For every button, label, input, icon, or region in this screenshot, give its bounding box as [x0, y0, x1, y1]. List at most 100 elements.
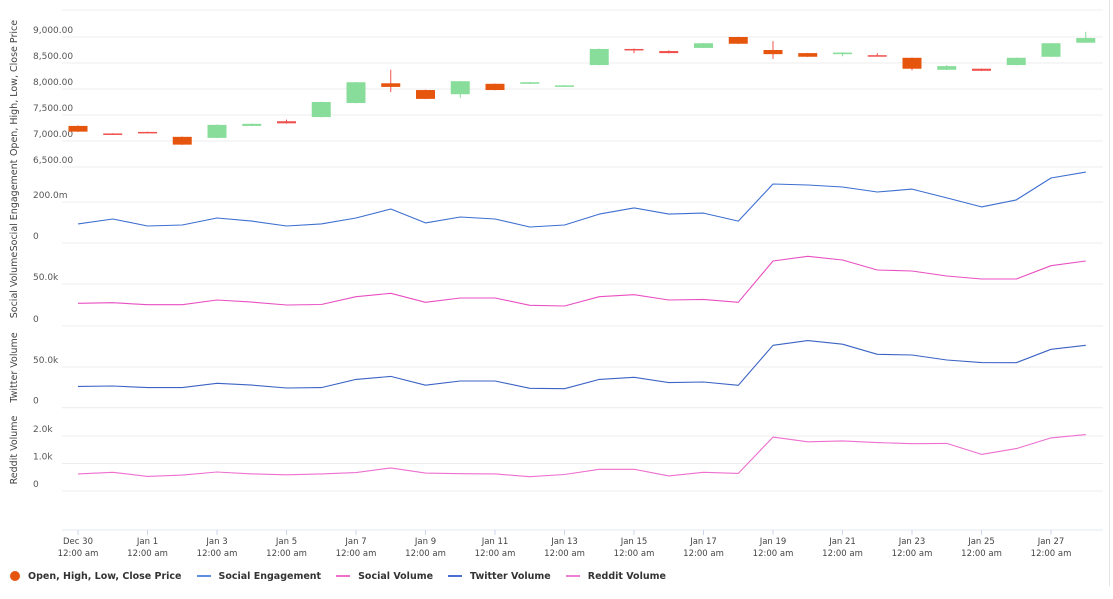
data-point[interactable] — [667, 298, 671, 302]
data-point[interactable] — [980, 361, 984, 365]
data-point[interactable] — [632, 206, 636, 210]
data-point[interactable] — [424, 471, 428, 475]
data-point[interactable] — [528, 303, 532, 307]
data-point[interactable] — [632, 293, 636, 297]
data-point[interactable] — [1049, 264, 1053, 268]
data-point[interactable] — [250, 383, 254, 387]
data-point[interactable] — [389, 291, 393, 295]
data-point[interactable] — [841, 185, 845, 189]
data-point[interactable] — [111, 384, 115, 388]
candle-body[interactable] — [833, 52, 852, 55]
data-point[interactable] — [146, 386, 150, 390]
candle-body[interactable] — [555, 85, 574, 87]
data-point[interactable] — [736, 383, 740, 387]
candle-body[interactable] — [1041, 43, 1061, 57]
data-point[interactable] — [354, 471, 358, 475]
data-point[interactable] — [250, 300, 254, 304]
data-point[interactable] — [702, 380, 706, 384]
candle-body[interactable] — [277, 121, 296, 124]
data-point[interactable] — [597, 212, 601, 216]
data-point[interactable] — [319, 386, 323, 390]
data-point[interactable] — [458, 379, 462, 383]
data-point[interactable] — [285, 473, 289, 477]
data-point[interactable] — [250, 219, 254, 223]
data-point[interactable] — [146, 303, 150, 307]
candle-body[interactable] — [1006, 57, 1026, 66]
data-point[interactable] — [910, 353, 914, 357]
data-point[interactable] — [528, 225, 532, 229]
data-point[interactable] — [910, 269, 914, 273]
data-point[interactable] — [319, 472, 323, 476]
data-point[interactable] — [945, 358, 949, 362]
data-point[interactable] — [180, 223, 184, 227]
data-point[interactable] — [1049, 176, 1053, 180]
candle-body[interactable] — [138, 131, 157, 134]
data-point[interactable] — [667, 474, 671, 478]
candle-body[interactable] — [659, 51, 679, 54]
data-point[interactable] — [111, 217, 115, 221]
data-point[interactable] — [285, 386, 289, 390]
data-point[interactable] — [146, 474, 150, 478]
data-point[interactable] — [771, 435, 775, 439]
data-point[interactable] — [771, 259, 775, 263]
candle-body[interactable] — [450, 81, 470, 95]
data-point[interactable] — [111, 301, 115, 305]
data-point[interactable] — [563, 304, 567, 308]
data-point[interactable] — [319, 302, 323, 306]
data-point[interactable] — [389, 207, 393, 211]
data-point[interactable] — [180, 303, 184, 307]
candle-body[interactable] — [589, 48, 609, 66]
data-point[interactable] — [597, 377, 601, 381]
data-point[interactable] — [945, 441, 949, 445]
data-point[interactable] — [215, 298, 219, 302]
data-point[interactable] — [945, 274, 949, 278]
legend-item-social-engagement[interactable]: Social Engagement — [196, 571, 321, 582]
data-point[interactable] — [528, 475, 532, 479]
data-point[interactable] — [424, 383, 428, 387]
candle-body[interactable] — [207, 124, 227, 138]
data-point[interactable] — [76, 384, 80, 388]
candle-body[interactable] — [68, 125, 88, 132]
legend-item-reddit-volume[interactable]: Reddit Volume — [565, 571, 666, 582]
candle-body[interactable] — [867, 55, 887, 57]
data-point[interactable] — [458, 215, 462, 219]
data-point[interactable] — [1014, 198, 1018, 202]
data-point[interactable] — [980, 277, 984, 281]
series-line-social-volume[interactable] — [77, 255, 1086, 307]
candle-body[interactable] — [485, 83, 505, 91]
candle-body[interactable] — [728, 37, 748, 44]
data-point[interactable] — [111, 470, 115, 474]
data-point[interactable] — [180, 386, 184, 390]
data-point[interactable] — [354, 295, 358, 299]
candle-body[interactable] — [416, 90, 435, 99]
data-point[interactable] — [667, 381, 671, 385]
data-point[interactable] — [806, 183, 810, 187]
data-point[interactable] — [875, 441, 879, 445]
candle-body[interactable] — [972, 68, 991, 71]
candle-body[interactable] — [346, 82, 366, 104]
data-point[interactable] — [736, 300, 740, 304]
data-point[interactable] — [702, 297, 706, 301]
candle-body[interactable] — [311, 102, 331, 118]
data-point[interactable] — [875, 268, 879, 272]
data-point[interactable] — [319, 222, 323, 226]
data-point[interactable] — [1084, 170, 1088, 174]
data-point[interactable] — [215, 216, 219, 220]
data-point[interactable] — [632, 375, 636, 379]
candle-body[interactable] — [902, 57, 922, 69]
data-point[interactable] — [806, 254, 810, 258]
series-line-social-engagement[interactable] — [77, 171, 1086, 228]
data-point[interactable] — [841, 258, 845, 262]
data-point[interactable] — [771, 182, 775, 186]
data-point[interactable] — [215, 381, 219, 385]
data-point[interactable] — [1014, 447, 1018, 451]
data-point[interactable] — [493, 217, 497, 221]
data-point[interactable] — [875, 190, 879, 194]
legend-item-twitter-volume[interactable]: Twitter Volume — [448, 571, 551, 582]
data-point[interactable] — [1084, 259, 1088, 263]
data-point[interactable] — [980, 452, 984, 456]
data-point[interactable] — [1014, 277, 1018, 281]
candle-body[interactable] — [694, 43, 713, 48]
data-point[interactable] — [875, 352, 879, 356]
data-point[interactable] — [389, 466, 393, 470]
